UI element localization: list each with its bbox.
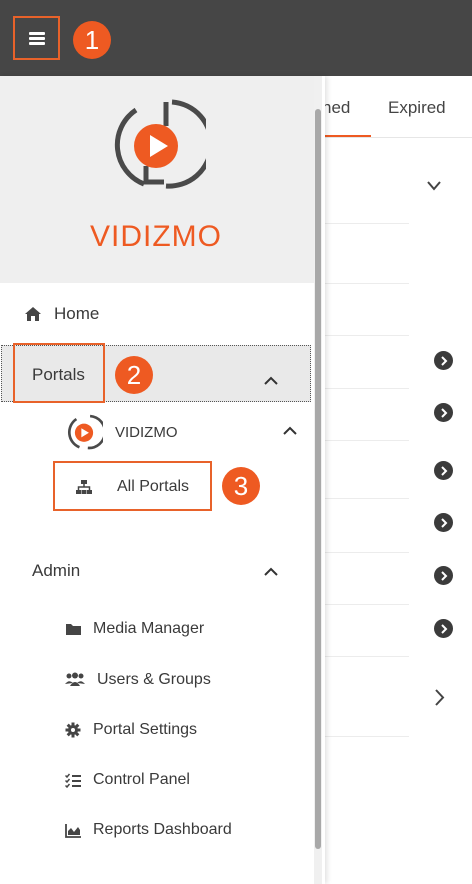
chevron-up-icon[interactable]: [264, 567, 278, 576]
hamburger-menu-button[interactable]: [13, 16, 60, 60]
tab-published[interactable]: hed: [322, 98, 350, 118]
chevron-right-icon[interactable]: [435, 689, 445, 706]
tab-bar: hed Expired: [322, 76, 472, 138]
nav-control-panel[interactable]: Control Panel: [65, 771, 190, 789]
divider: [325, 223, 409, 224]
checklist-icon: [65, 773, 81, 788]
nav-media-manager-label: Media Manager: [93, 620, 205, 637]
chevron-up-icon[interactable]: [264, 376, 278, 385]
side-navigation-panel: VIDIZMO Home Portals 2 VIDIZMO All Porta…: [0, 76, 325, 884]
divider: [325, 604, 409, 605]
nav-media-manager[interactable]: Media Manager: [65, 620, 204, 638]
step-badge-2: 2: [115, 356, 153, 394]
hamburger-icon: [28, 32, 45, 45]
scrollbar-thumb[interactable]: [315, 109, 321, 849]
step-badge-3: 3: [222, 467, 260, 505]
home-icon: [25, 307, 41, 321]
divider: [325, 498, 409, 499]
nav-vidizmo-portal[interactable]: VIDIZMO: [65, 413, 178, 451]
vidizmo-logo-icon: [67, 414, 103, 450]
nav-reports-dashboard[interactable]: Reports Dashboard: [65, 821, 232, 839]
nav-control-panel-label: Control Panel: [93, 771, 190, 788]
divider: [325, 283, 409, 284]
nav-all-portals-label: All Portals: [117, 478, 190, 495]
tab-expired[interactable]: Expired: [388, 98, 446, 118]
background-page: hed Expired: [322, 76, 472, 884]
gear-icon: [65, 722, 81, 738]
nav-portal-settings-label: Portal Settings: [93, 721, 198, 738]
nav-admin-label[interactable]: Admin: [32, 561, 80, 581]
divider: [325, 440, 409, 441]
nav-portals-label: Portals: [32, 365, 85, 384]
sitemap-icon: [76, 480, 92, 494]
chevron-right-circle-icon[interactable]: [434, 403, 453, 422]
vidizmo-logo-icon: [114, 99, 206, 189]
chevron-up-icon[interactable]: [283, 426, 297, 435]
top-bar: 1: [0, 0, 472, 76]
divider: [325, 388, 409, 389]
step-badge-1: 1: [73, 21, 111, 59]
nav-home[interactable]: Home: [24, 304, 99, 324]
users-icon: [65, 672, 85, 686]
divider: [325, 552, 409, 553]
divider: [325, 335, 409, 336]
chevron-right-circle-icon[interactable]: [434, 351, 453, 370]
nav-portal-settings[interactable]: Portal Settings: [65, 721, 197, 739]
nav-vidizmo-portal-label: VIDIZMO: [115, 423, 178, 441]
area-chart-icon: [65, 823, 81, 838]
divider: [325, 656, 409, 657]
chevron-right-circle-icon[interactable]: [434, 566, 453, 585]
nav-reports-dashboard-label: Reports Dashboard: [93, 821, 232, 838]
sidebar-scrollbar[interactable]: [314, 76, 322, 884]
nav-home-label: Home: [54, 304, 100, 323]
nav-users-groups[interactable]: Users & Groups: [64, 671, 211, 689]
brand-header: VIDIZMO: [0, 76, 314, 283]
nav-users-groups-label: Users & Groups: [97, 671, 211, 688]
chevron-right-circle-icon[interactable]: [434, 513, 453, 532]
chevron-right-circle-icon[interactable]: [434, 461, 453, 480]
nav-all-portals[interactable]: All Portals: [75, 478, 189, 496]
divider: [325, 736, 409, 737]
brand-name: VIDIZMO: [90, 220, 222, 253]
chevron-right-circle-icon[interactable]: [434, 619, 453, 638]
active-tab-indicator: [325, 135, 371, 137]
chevron-down-icon[interactable]: [427, 181, 441, 191]
folder-icon: [66, 624, 81, 635]
